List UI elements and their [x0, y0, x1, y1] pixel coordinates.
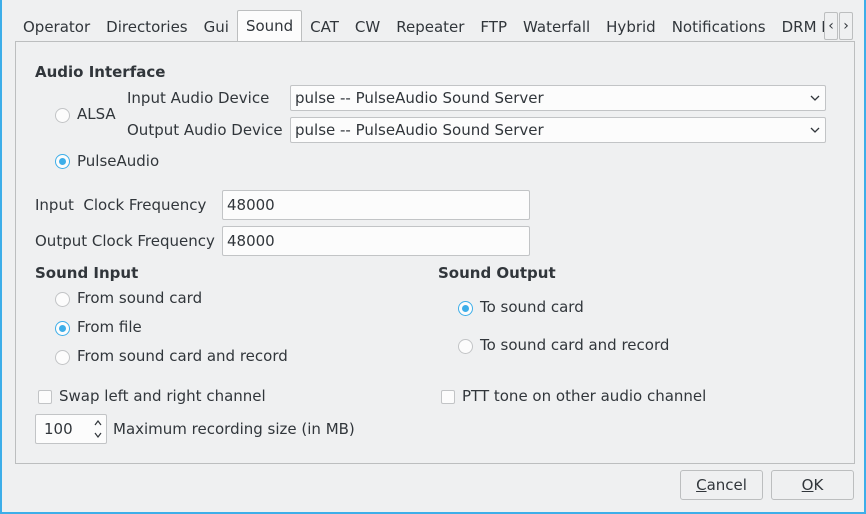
- sound-input-title: Sound Input: [35, 264, 139, 282]
- output-device-label: Output Audio Device: [127, 121, 283, 139]
- pulseaudio-radio[interactable]: [55, 154, 70, 169]
- audio-interface-title: Audio Interface: [35, 63, 166, 81]
- tab-bar: Operator Directories Gui Sound CAT CW Re…: [15, 10, 855, 42]
- input-device-label: Input Audio Device: [127, 89, 270, 107]
- input-device-value: pulse -- PulseAudio Sound Server: [295, 89, 544, 107]
- spin-up-icon[interactable]: [93, 417, 103, 429]
- input-clock-label: Input Clock Frequency: [35, 196, 207, 214]
- to-sound-card-label[interactable]: To sound card: [480, 298, 584, 316]
- to-sound-card-and-record-radio[interactable]: [458, 339, 473, 354]
- ptt-tone-checkbox[interactable]: [441, 390, 455, 404]
- from-sound-card-and-record-radio[interactable]: [55, 350, 70, 365]
- tab-ftp[interactable]: FTP: [472, 12, 515, 42]
- tab-hybrid[interactable]: Hybrid: [598, 12, 664, 42]
- sound-settings-panel: Audio Interface ALSA PulseAudio Input Au…: [15, 41, 855, 464]
- tab-cat[interactable]: CAT: [302, 12, 347, 42]
- tab-scroll-right-icon[interactable]: ›: [839, 12, 853, 40]
- from-sound-card-label[interactable]: From sound card: [77, 289, 202, 307]
- output-clock-field[interactable]: 48000: [222, 226, 530, 256]
- chevron-down-icon: [810, 95, 820, 101]
- from-file-label[interactable]: From file: [77, 318, 142, 336]
- tab-waterfall[interactable]: Waterfall: [515, 12, 598, 42]
- settings-dialog: Operator Directories Gui Sound CAT CW Re…: [0, 0, 866, 514]
- tab-gui[interactable]: Gui: [196, 12, 237, 42]
- input-device-select[interactable]: pulse -- PulseAudio Sound Server: [290, 85, 826, 111]
- chevron-down-icon: [810, 127, 820, 133]
- swap-channels-checkbox[interactable]: [38, 390, 52, 404]
- output-clock-label: Output Clock Frequency: [35, 232, 215, 250]
- spin-down-icon[interactable]: [93, 429, 103, 441]
- cancel-mnemonic: C: [696, 476, 707, 494]
- from-sound-card-radio[interactable]: [55, 292, 70, 307]
- alsa-radio[interactable]: [55, 108, 70, 123]
- pulseaudio-radio-label[interactable]: PulseAudio: [77, 152, 159, 170]
- sound-output-title: Sound Output: [438, 264, 556, 282]
- cancel-button[interactable]: Cancel: [680, 470, 763, 500]
- to-sound-card-radio[interactable]: [458, 301, 473, 316]
- to-sound-card-and-record-label[interactable]: To sound card and record: [480, 336, 669, 354]
- from-file-radio[interactable]: [55, 321, 70, 336]
- max-recording-spinbox[interactable]: 100: [35, 414, 107, 444]
- tab-drm[interactable]: DRM P: [774, 12, 830, 42]
- tab-cw[interactable]: CW: [347, 12, 388, 42]
- tab-sound[interactable]: Sound: [236, 10, 303, 42]
- ok-button[interactable]: OK: [771, 470, 854, 500]
- output-device-select[interactable]: pulse -- PulseAudio Sound Server: [290, 117, 826, 143]
- tab-operator[interactable]: Operator: [15, 12, 98, 42]
- max-recording-label: Maximum recording size (in MB): [113, 420, 355, 438]
- output-device-value: pulse -- PulseAudio Sound Server: [295, 121, 544, 139]
- alsa-radio-label[interactable]: ALSA: [77, 105, 116, 123]
- input-clock-field[interactable]: 48000: [222, 190, 530, 220]
- max-recording-value: 100: [44, 420, 73, 438]
- from-sound-card-and-record-label[interactable]: From sound card and record: [77, 347, 288, 365]
- cancel-label: ancel: [706, 476, 747, 494]
- ptt-tone-label[interactable]: PTT tone on other audio channel: [462, 387, 706, 405]
- ok-mnemonic: O: [801, 476, 814, 494]
- ok-label: K: [813, 476, 824, 494]
- tab-repeater[interactable]: Repeater: [388, 12, 472, 42]
- swap-channels-label[interactable]: Swap left and right channel: [59, 387, 266, 405]
- tab-notifications[interactable]: Notifications: [664, 12, 774, 42]
- tab-directories[interactable]: Directories: [98, 12, 195, 42]
- tab-scroll-left-icon[interactable]: ‹: [824, 12, 838, 40]
